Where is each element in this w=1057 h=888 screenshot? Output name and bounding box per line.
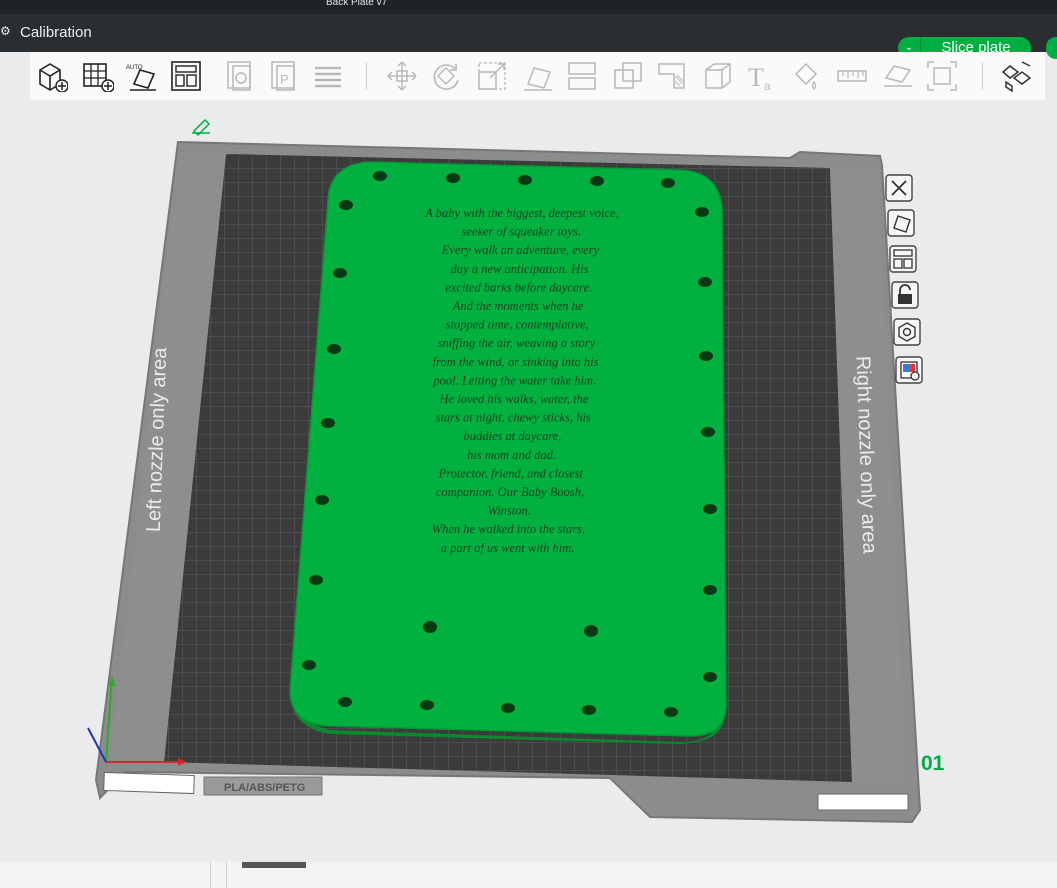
- engraved-text-line: buddies at daycare,: [464, 429, 562, 443]
- plate-number[interactable]: 01: [921, 752, 945, 775]
- engraved-text-line: stars at night, chewy sticks, his: [436, 411, 591, 425]
- window-title: Back Plate v7: [326, 0, 388, 8]
- window-title-bar: Back Plate v7: [0, 0, 1057, 14]
- engraved-text-line: He loved his walks, water, the: [439, 392, 589, 406]
- plate-slot: [103, 771, 195, 795]
- assembly-view-icon[interactable]: [1000, 60, 1032, 92]
- svg-text:a: a: [764, 79, 771, 92]
- move-icon[interactable]: [386, 60, 418, 92]
- boolean-icon[interactable]: [656, 60, 688, 92]
- orient-icon[interactable]: [886, 208, 916, 238]
- 3d-viewport[interactable]: A baby with the biggest, deepest voice, s…: [0, 100, 1057, 862]
- text-icon[interactable]: T a: [746, 60, 778, 92]
- measure-icon[interactable]: [836, 60, 868, 92]
- svg-text:T: T: [748, 63, 764, 92]
- layers-icon[interactable]: [312, 60, 344, 92]
- assembly-icon[interactable]: [882, 60, 914, 92]
- engraved-text-line: from the wind, or sinking into his: [433, 355, 599, 369]
- engraved-text-line: Winston.: [487, 504, 530, 518]
- arrange-icon[interactable]: [170, 60, 202, 92]
- engraved-text-line: his mom and dad.: [467, 448, 556, 462]
- close-icon[interactable]: [884, 173, 914, 203]
- scale-icon[interactable]: [476, 60, 508, 92]
- bottom-panel: [0, 862, 1057, 888]
- lay-on-face-icon[interactable]: [522, 60, 554, 92]
- slice-preview-icon[interactable]: [894, 355, 924, 385]
- engraved-text-line: Protector, friend, and closest: [438, 466, 584, 480]
- arrange-icon[interactable]: [888, 244, 918, 274]
- calibration-menu[interactable]: Calibration: [20, 24, 92, 41]
- engraved-text-line: stopped time, contemplative,: [446, 318, 589, 332]
- engraved-text-line: a part of us went with him.: [441, 541, 575, 555]
- add-cube-icon[interactable]: [36, 60, 68, 92]
- print-plate-button[interactable]: [1046, 37, 1057, 59]
- engraved-text-line: day a new anticipation. His: [451, 262, 589, 276]
- toolbar-divider: [366, 62, 367, 90]
- plate-slot: [817, 793, 909, 811]
- toolbar-divider: [982, 62, 983, 90]
- pencil-icon[interactable]: [192, 118, 211, 137]
- engraved-text-line: Every walk an adventure, every: [441, 243, 600, 257]
- cut-icon[interactable]: [612, 60, 644, 92]
- engraved-text-line: pool. Letting the water take him.: [432, 373, 596, 387]
- split-icon[interactable]: [566, 60, 598, 92]
- support-paint-icon[interactable]: [702, 60, 734, 92]
- settings-icon[interactable]: [892, 317, 922, 347]
- plate-sticker-text: PLA/ABS/PETG: [224, 782, 305, 794]
- engraved-text-line: A baby with the biggest, deepest voice,: [424, 206, 618, 220]
- color-paint-icon[interactable]: [790, 60, 822, 92]
- lock-icon[interactable]: [890, 280, 920, 310]
- plate-icon[interactable]: P: [268, 60, 300, 92]
- gear-icon[interactable]: ⚙: [0, 24, 11, 38]
- panel-divider: [226, 862, 227, 888]
- auto-orient-icon[interactable]: AUTO: [126, 60, 158, 92]
- svg-text:P: P: [280, 72, 289, 87]
- engraved-text-line: excited barks before daycare.: [445, 280, 592, 294]
- main-toolbar: AUTO P T a: [30, 52, 1045, 100]
- add-grid-icon[interactable]: [82, 60, 114, 92]
- explode-icon[interactable]: [926, 60, 958, 92]
- engraved-text-line: seeker of squeaker toys.: [461, 225, 580, 239]
- engraved-text-line: And the moments when he: [452, 299, 584, 313]
- top-bar: ⚙ Calibration ⌄ Slice plate: [0, 14, 1057, 59]
- rotate-icon[interactable]: [430, 60, 462, 92]
- engraved-text-line: sniffing the air, weaving a story: [438, 336, 596, 350]
- engraved-text-line: When he walked into the stars,: [432, 522, 585, 536]
- scroll-thumb[interactable]: [242, 862, 306, 868]
- copy-plate-icon[interactable]: [224, 60, 256, 92]
- engraved-text-line: companion. Our Baby Boosh,: [436, 485, 584, 499]
- panel-divider: [210, 862, 211, 888]
